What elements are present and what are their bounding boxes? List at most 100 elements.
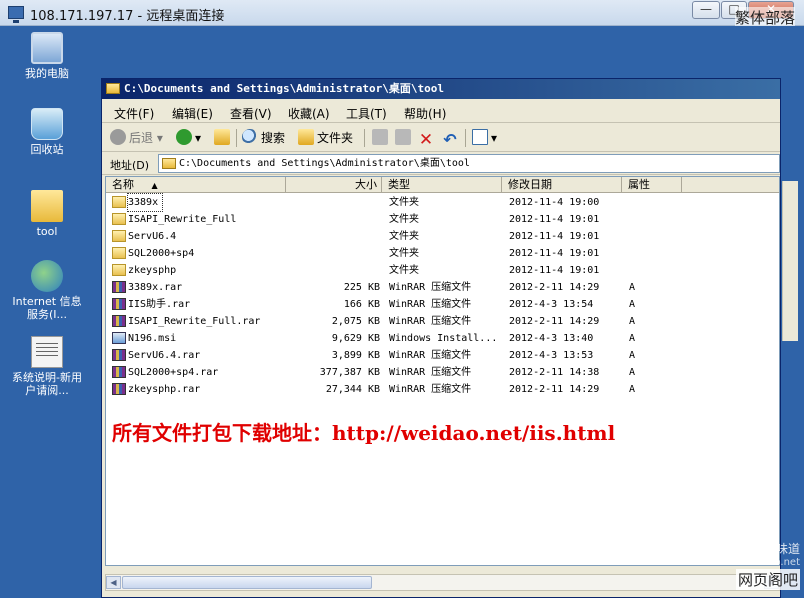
file-row[interactable]: ISAPI_Rewrite_Full.rar 2,075 KB WinRAR 压缩文… [106,313,779,330]
folder-icon [106,83,120,94]
file-size: 377,387 KB [319,367,380,378]
file-type: WinRAR 压缩文件 [389,299,472,310]
column-header-date[interactable]: 修改日期 [502,177,622,193]
desktop-icon-tool[interactable]: tool [7,184,87,238]
rar-archive-icon [112,383,126,395]
explorer-window: C:\Documents and Settings\Administrator\… [101,78,781,598]
file-row[interactable]: 3389x 文件夹 2012-11-4 19:00 [106,193,779,212]
toolbar: 后退 ▾ ▾ 搜索 文件夹 ✕ ↶ ▾ [102,124,780,152]
file-row[interactable]: ServU6.4.rar 3,899 KB WinRAR 压缩文件 2012-4-3 … [106,347,779,364]
file-row[interactable]: ServU6.4 文件夹 2012-11-4 19:01 [106,228,779,245]
file-size: 166 KB [343,299,380,310]
remote-desktop-icon [8,6,24,23]
search-icon [242,129,258,145]
document-icon [31,336,63,368]
file-size: 225 KB [343,282,380,293]
file-attributes: A [629,299,636,310]
sort-ascending-icon: ▲ [151,181,158,190]
file-date: 2012-2-11 14:29 [509,282,600,293]
file-name: SQL2000+sp4 [128,248,195,259]
views-button[interactable]: ▾ [472,128,497,148]
file-row[interactable]: SQL2000+sp4.rar 377,387 KB WinRAR 压缩文件 2012… [106,364,779,381]
toolbar-separator [236,129,237,147]
file-type: 文件夹 [389,214,419,225]
menu-favorites[interactable]: 收藏(A) [288,105,330,122]
desktop-icon-my-computer[interactable]: 我的电脑 [7,32,87,80]
desktop-icon-readme[interactable]: 系统说明-新用户请阅... [7,336,87,397]
desktop-icon-iis[interactable]: Internet 信息服务(I... [7,260,87,321]
folder-icon [112,247,126,259]
file-name: N196.msi [128,333,177,344]
copy-to-button[interactable] [395,128,414,148]
back-button[interactable]: 后退 ▾ [110,128,163,148]
copy-to-icon [395,129,411,145]
file-row[interactable]: zkeysphp 文件夹 2012-11-4 19:01 [106,262,779,279]
file-row[interactable]: SQL2000+sp4 文件夹 2012-11-4 19:01 [106,245,779,262]
column-headers: 名称 ▲ 大小 类型 修改日期 属性 [106,177,779,193]
file-row[interactable]: 3389x.rar 225 KB WinRAR 压缩文件 2012-2-11 14:2… [106,279,779,296]
scroll-left-icon[interactable]: ◀ [106,576,121,589]
file-row[interactable]: ISAPI_Rewrite_Full 文件夹 2012-11-4 19:01 [106,211,779,228]
explorer-title: C:\Documents and Settings\Administrator\… [124,82,445,95]
up-folder-button[interactable] [214,128,233,148]
column-header-attributes[interactable]: 属性 [622,177,682,193]
file-date: 2012-4-3 13:53 [509,350,594,361]
rar-archive-icon [112,349,126,361]
scroll-thumb[interactable] [122,576,372,589]
column-header-type[interactable]: 类型 [382,177,502,193]
desktop-icon-recycle-bin[interactable]: 回收站 [7,108,87,156]
watermark-line: weidao.net [744,557,800,568]
move-to-icon [372,129,388,145]
menu-help[interactable]: 帮助(H) [404,105,446,122]
desktop-icon-label: 系统说明-新用户请阅... [12,371,82,397]
file-name: IIS助手.rar [128,299,191,310]
horizontal-scrollbar[interactable]: ◀ ▶ [105,574,780,591]
undo-icon: ↶ [443,130,457,149]
column-header-size[interactable]: 大小 [286,177,382,193]
back-arrow-icon [110,129,126,145]
file-type: Windows Install... [389,333,498,344]
file-row[interactable]: N196.msi 9,629 KB Windows Install... 2012-4… [106,330,779,347]
menu-bar: 文件(F) 编辑(E) 查看(V) 收藏(A) 工具(T) 帮助(H) [102,101,780,123]
file-name: zkeysphp.rar [128,384,201,395]
minimize-button[interactable]: — [692,1,720,19]
folders-button[interactable]: 文件夹 [298,128,353,148]
download-link-text: 所有文件打包下载地址：http://weidao.net/iis.html [112,421,616,445]
file-list: 名称 ▲ 大小 类型 修改日期 属性 3389x 文件夹 2012-11-4 19:… [105,176,780,566]
file-name: 3389x.rar [128,282,183,293]
rar-archive-icon [112,281,126,293]
file-attributes: A [629,384,636,395]
menu-file[interactable]: 文件(F) [114,105,154,122]
up-folder-icon [214,129,230,145]
move-to-button[interactable] [372,128,391,148]
file-size: 3,899 KB [331,350,380,361]
search-button[interactable]: 搜索 [242,128,285,148]
menu-edit[interactable]: 编辑(E) [172,105,213,122]
file-date: 2012-4-3 13:40 [509,333,594,344]
watermark-line: @ 味道 [760,542,800,556]
file-date: 2012-11-4 19:00 [509,197,600,208]
rar-archive-icon [112,298,126,310]
file-type: WinRAR 压缩文件 [389,316,472,327]
file-type: 文件夹 [389,265,419,276]
file-type: 文件夹 [389,197,419,208]
file-row[interactable]: zkeysphp.rar 27,344 KB WinRAR 压缩文件 2012-2-1… [106,381,779,398]
address-input[interactable]: C:\Documents and Settings\Administrator\… [158,154,780,173]
menu-tools[interactable]: 工具(T) [346,105,387,122]
file-date: 2012-11-4 19:01 [509,265,600,276]
address-bar: 地址(D) C:\Documents and Settings\Administ… [102,153,780,175]
file-date: 2012-11-4 19:01 [509,214,600,225]
file-size: 2,075 KB [331,316,380,327]
file-name: zkeysphp [128,265,177,276]
undo-button[interactable]: ↶ [442,128,461,148]
file-date: 2012-4-3 13:54 [509,299,594,310]
recycle-bin-icon [31,108,63,140]
file-attributes: A [629,333,636,344]
column-header-name[interactable]: 名称 ▲ [106,177,286,193]
menu-view[interactable]: 查看(V) [230,105,272,122]
forward-button[interactable]: ▾ [176,128,201,148]
folders-icon [298,129,314,145]
file-name: ServU6.4 [128,231,177,242]
delete-button[interactable]: ✕ [418,128,437,149]
file-row[interactable]: IIS助手.rar 166 KB WinRAR 压缩文件 2012-4-3 13:54… [106,296,779,313]
